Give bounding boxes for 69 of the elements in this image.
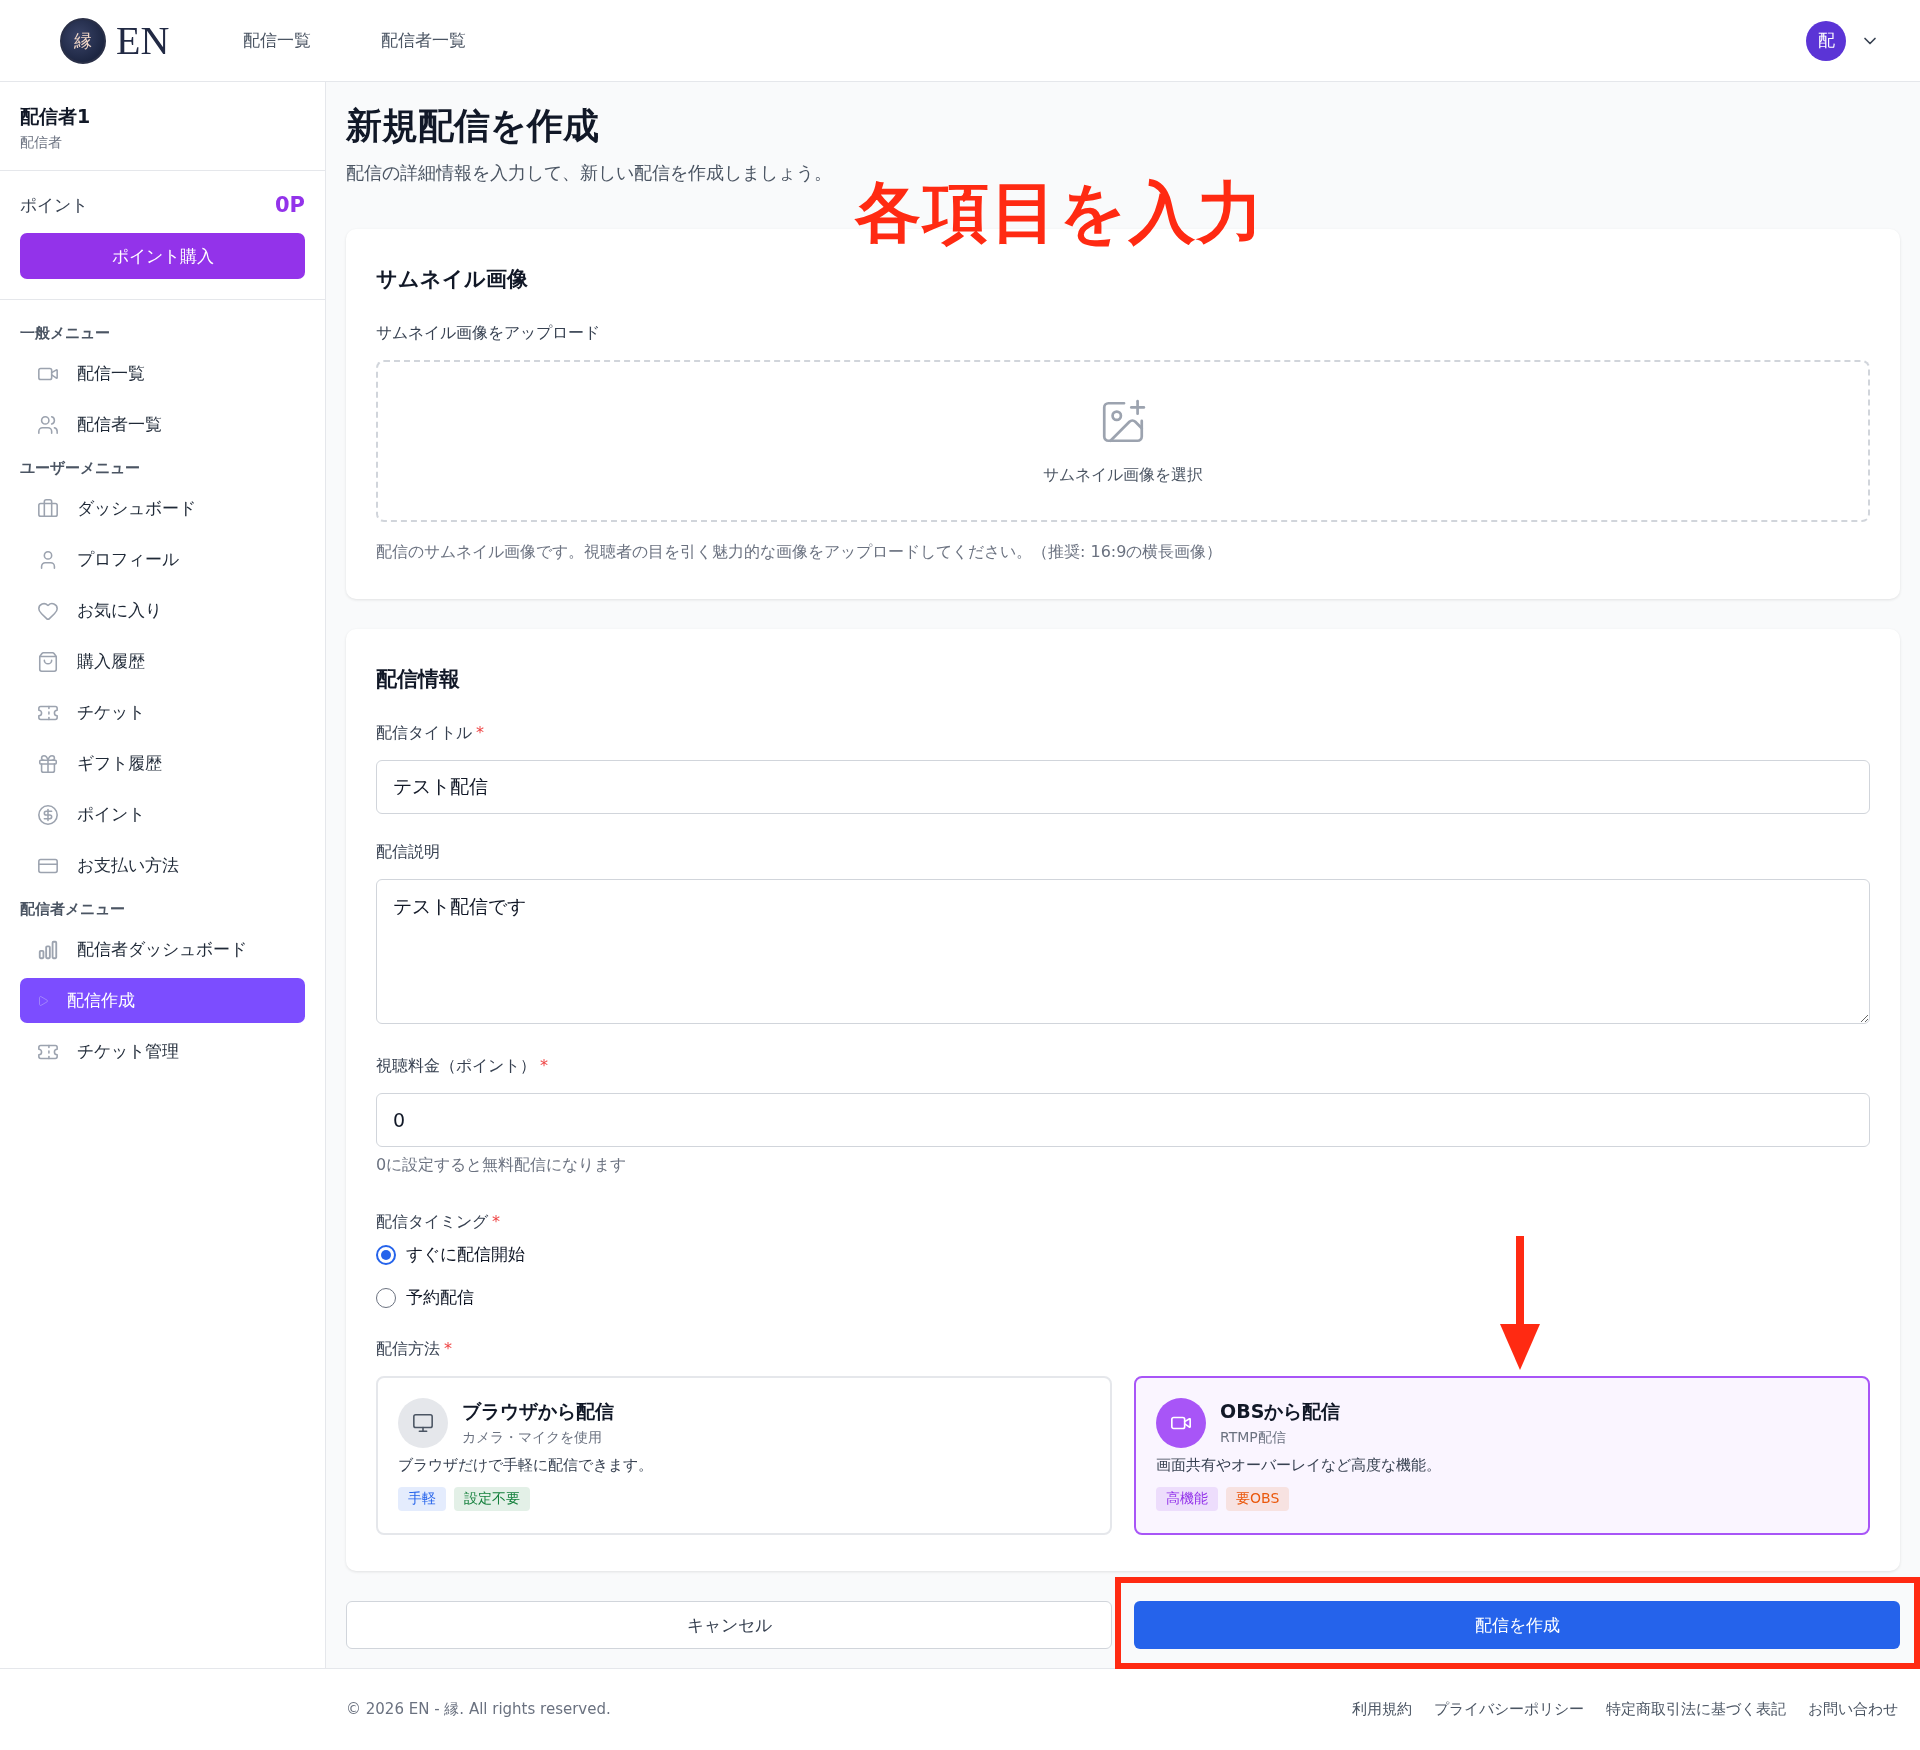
create-button[interactable]: 配信を作成 (1134, 1601, 1900, 1649)
card-title: サムネイル画像 (376, 266, 529, 293)
card-title: 配信情報 (376, 666, 461, 693)
points-label: ポイント (20, 193, 88, 217)
sidebar-item[interactable]: 配信者ダッシュボード (20, 927, 305, 972)
radio-option[interactable]: 予約配信 (376, 1286, 1870, 1309)
menu-section-title: ユーザーメニュー (20, 459, 141, 478)
method-description: 画面共有やオーバーレイなど高度な機能。 (1156, 1456, 1442, 1475)
footer-link[interactable]: 利用規約 (1352, 1700, 1412, 1719)
field-label: 配信タイミング * (376, 1212, 501, 1233)
field-label: 視聴料金（ポイント） * (376, 1056, 549, 1077)
nav-link[interactable]: 配信者一覧 (381, 29, 466, 52)
tag: 手軽 (398, 1487, 446, 1511)
field-label: サムネイル画像をアップロード (376, 323, 601, 344)
points-value: 0P (275, 193, 305, 217)
sidebar-item[interactable]: お気に入り (20, 588, 305, 633)
method-title: ブラウザから配信 (462, 1399, 614, 1424)
tag: 高機能 (1156, 1487, 1218, 1511)
logo-mark: 縁 (60, 17, 106, 64)
field-label: 配信タイトル * (376, 723, 485, 744)
logo-text: EN (116, 17, 170, 64)
footer-link[interactable]: プライバシーポリシー (1434, 1700, 1584, 1719)
cancel-button[interactable]: キャンセル (346, 1601, 1112, 1649)
sidebar-item[interactable]: ポイント (20, 792, 305, 837)
description-field[interactable]: テスト配信です (376, 879, 1870, 1024)
copyright-text: © 2026 EN - 縁. All rights reserved. (346, 1700, 611, 1719)
sidebar-item[interactable]: 購入履歴 (20, 639, 305, 684)
help-text: 配信のサムネイル画像です。視聴者の目を引く魅力的な画像をアップロードしてください。（推奨: 16:9の横長画像） (376, 542, 1224, 563)
required-mark: * (476, 723, 484, 742)
page-title: 新規配信を作成 (346, 104, 600, 148)
menu-section-title: 一般メニュー (20, 324, 111, 343)
footer-link[interactable]: 特定商取引法に基づく表記 (1606, 1700, 1786, 1719)
method-subtitle: RTMP配信 (1220, 1429, 1287, 1447)
menu-section-title: 配信者メニュー (20, 900, 126, 919)
sidebar-item[interactable]: 配信者一覧 (20, 402, 305, 447)
method-title: OBSから配信 (1220, 1399, 1341, 1424)
required-mark: * (444, 1339, 452, 1358)
sidebar-item[interactable]: チケット (20, 690, 305, 735)
method-subtitle: カメラ・マイクを使用 (462, 1429, 603, 1447)
method-card[interactable]: ブラウザから配信 カメラ・マイクを使用 ブラウザだけで手軽に配信できます。 手軽 設定不要 (376, 1376, 1112, 1535)
radio-option[interactable]: すぐに配信開始 (376, 1243, 1870, 1266)
sidebar-item[interactable]: ギフト履歴 (20, 741, 305, 786)
user-role: 配信者 (20, 134, 63, 152)
sidebar-item[interactable]: 配信作成 (20, 978, 305, 1023)
title-field[interactable]: テスト配信 (376, 760, 1870, 814)
sidebar-item[interactable]: 配信一覧 (20, 351, 305, 396)
nav-link[interactable]: 配信一覧 (243, 29, 311, 52)
field-label: 配信方法 * (376, 1339, 453, 1360)
sidebar-item[interactable]: チケット管理 (20, 1029, 305, 1074)
avatar[interactable]: 配 (1806, 20, 1846, 61)
method-card[interactable]: OBSから配信 RTMP配信 画面共有やオーバーレイなど高度な機能。 高機能 要OBS (1134, 1376, 1870, 1535)
method-description: ブラウザだけで手軽に配信できます。 (398, 1456, 654, 1475)
footer-link[interactable]: お問い合わせ (1808, 1700, 1898, 1719)
tag: 要OBS (1226, 1487, 1290, 1511)
sidebar-item[interactable]: お支払い方法 (20, 843, 305, 888)
buy-points-button[interactable]: ポイント購入 (20, 233, 305, 279)
sidebar-item[interactable]: ダッシュボード (20, 486, 305, 531)
page-subtitle: 配信の詳細情報を入力して、新しい配信を作成しましょう。 (346, 161, 833, 185)
help-text: 0に設定すると無料配信になります (376, 1155, 628, 1176)
sidebar-item[interactable]: プロフィール (20, 537, 305, 582)
tag: 設定不要 (454, 1487, 530, 1511)
price-field[interactable]: 0 (376, 1093, 1870, 1147)
field-label: 配信説明 (376, 842, 441, 863)
upload-text: サムネイル画像を選択 (1043, 464, 1203, 486)
required-mark: * (540, 1056, 548, 1075)
annotation-caption: 各項目を入力 (855, 173, 1265, 253)
required-mark: * (492, 1212, 500, 1231)
user-name: 配信者1 (20, 104, 92, 129)
upload-area[interactable]: サムネイル画像を選択 (376, 360, 1870, 522)
